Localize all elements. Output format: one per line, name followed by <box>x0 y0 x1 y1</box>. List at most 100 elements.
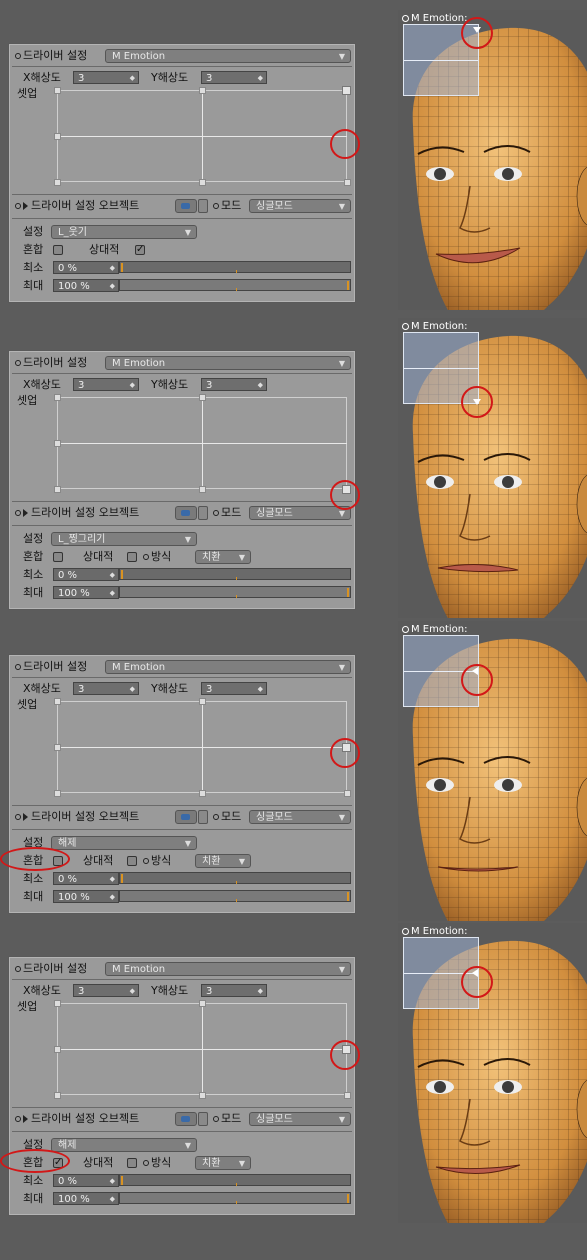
link-icon[interactable] <box>175 810 197 824</box>
mix-checkbox[interactable] <box>53 245 63 255</box>
max-slider[interactable] <box>119 890 351 902</box>
slider-handle[interactable] <box>347 1194 349 1203</box>
driver-dropdown[interactable]: M Emotion ▼ <box>105 49 351 63</box>
graph-knot[interactable] <box>54 440 61 447</box>
graph-knot[interactable] <box>54 698 61 705</box>
link-icon[interactable] <box>175 506 197 520</box>
graph-knot[interactable] <box>54 744 61 751</box>
min-field[interactable]: 0 % ◆ <box>53 1174 119 1187</box>
relative-checkbox[interactable] <box>127 856 137 866</box>
graph-knot[interactable] <box>54 1092 61 1099</box>
max-field[interactable]: 100 % ◆ <box>53 1192 119 1205</box>
graph-knot[interactable] <box>54 1000 61 1007</box>
driver-panel: 드라이버 설정 M Emotion ▼ X해상도 3 ◆ Y해상도 3 ◆ 셋업… <box>8 43 356 303</box>
setting-dropdown[interactable]: L_찡그리기 ▼ <box>51 532 197 546</box>
mix-checkbox[interactable] <box>53 552 63 562</box>
min-field[interactable]: 0 % ◆ <box>53 568 119 581</box>
y-res-field[interactable]: 3 ◆ <box>201 984 267 997</box>
setting-dropdown[interactable]: L_웃기 ▼ <box>51 225 197 239</box>
y-res-field[interactable]: 3 ◆ <box>201 682 267 695</box>
setup-graph[interactable] <box>54 698 351 797</box>
method-dropdown[interactable]: 치환 ▼ <box>195 550 251 564</box>
graph-knot[interactable] <box>199 179 206 186</box>
graph-knot[interactable] <box>54 790 61 797</box>
min-slider[interactable] <box>119 872 351 884</box>
highlight-ring <box>461 386 493 418</box>
min-slider[interactable] <box>119 568 351 580</box>
min-slider[interactable] <box>119 261 351 273</box>
driver-dropdown[interactable]: M Emotion ▼ <box>105 962 351 976</box>
graph-knot[interactable] <box>344 1092 351 1099</box>
mode-dropdown[interactable]: 싱글모드 ▼ <box>249 810 351 824</box>
max-field[interactable]: 100 % ◆ <box>53 890 119 903</box>
chevron-down-icon: ▼ <box>338 359 345 368</box>
max-slider[interactable] <box>119 586 351 598</box>
setting-dropdown[interactable]: 해제 ▼ <box>51 836 197 850</box>
slider-handle[interactable] <box>347 892 349 901</box>
triangle-right-icon[interactable] <box>198 810 208 824</box>
setting-dropdown[interactable]: 해제 ▼ <box>51 1138 197 1152</box>
y-res-field[interactable]: 3 ◆ <box>201 71 267 84</box>
link-icon[interactable] <box>175 1112 197 1126</box>
min-slider[interactable] <box>119 1174 351 1186</box>
x-res-field[interactable]: 3 ◆ <box>73 682 139 695</box>
slider-handle[interactable] <box>347 281 349 290</box>
triangle-right-icon[interactable] <box>198 199 208 213</box>
relative-checkbox[interactable] <box>127 1158 137 1168</box>
radio-dot-icon <box>213 203 219 209</box>
mode-dropdown[interactable]: 싱글모드 ▼ <box>249 506 351 520</box>
viewport: M Emotion: <box>398 318 587 618</box>
tutorial-step: 드라이버 설정 M Emotion ▼ X해상도 3 ◆ Y해상도 3 ◆ 셋업… <box>0 923 587 1260</box>
max-value: 100 % <box>58 892 90 903</box>
relative-checkbox[interactable] <box>127 552 137 562</box>
mode-dropdown[interactable]: 싱글모드 ▼ <box>249 1112 351 1126</box>
graph-knot[interactable] <box>199 87 206 94</box>
relative-checkbox[interactable] <box>135 242 145 258</box>
relative-label: 상대적 <box>89 243 120 256</box>
max-slider[interactable] <box>119 1192 351 1204</box>
graph-knot[interactable] <box>199 790 206 797</box>
graph-knot[interactable] <box>54 486 61 493</box>
slider-handle[interactable] <box>121 1176 123 1185</box>
graph-knot[interactable] <box>199 486 206 493</box>
divider <box>12 677 352 678</box>
graph-knot[interactable] <box>199 1000 206 1007</box>
graph-knot[interactable] <box>199 1092 206 1099</box>
active-knot[interactable] <box>342 86 351 95</box>
max-slider[interactable] <box>119 279 351 291</box>
max-field[interactable]: 100 % ◆ <box>53 586 119 599</box>
driver-dropdown[interactable]: M Emotion ▼ <box>105 356 351 370</box>
setup-graph[interactable] <box>54 1000 351 1099</box>
slider-handle[interactable] <box>347 588 349 597</box>
triangle-right-icon[interactable] <box>198 506 208 520</box>
setup-graph[interactable] <box>54 86 351 186</box>
min-field[interactable]: 0 % ◆ <box>53 872 119 885</box>
slider-handle[interactable] <box>121 570 123 579</box>
slider-handle[interactable] <box>121 874 123 883</box>
graph-knot[interactable] <box>54 87 61 94</box>
y-res-field[interactable]: 3 ◆ <box>201 378 267 391</box>
triangle-right-icon[interactable] <box>198 1112 208 1126</box>
driver-panel: 드라이버 설정 M Emotion ▼ X해상도 3 ◆ Y해상도 3 ◆ 셋업… <box>8 956 356 1216</box>
x-res-field[interactable]: 3 ◆ <box>73 71 139 84</box>
x-res-field[interactable]: 3 ◆ <box>73 378 139 391</box>
graph-knot[interactable] <box>199 698 206 705</box>
graph-knot[interactable] <box>54 394 61 401</box>
driver-dropdown[interactable]: M Emotion ▼ <box>105 660 351 674</box>
graph-knot[interactable] <box>344 790 351 797</box>
method-dropdown[interactable]: 치환 ▼ <box>195 854 251 868</box>
min-field[interactable]: 0 % ◆ <box>53 261 119 274</box>
mode-dropdown[interactable]: 싱글모드 ▼ <box>249 199 351 213</box>
method-dropdown[interactable]: 치환 ▼ <box>195 1156 251 1170</box>
link-icon[interactable] <box>175 199 197 213</box>
max-field[interactable]: 100 % ◆ <box>53 279 119 292</box>
graph-knot[interactable] <box>54 1046 61 1053</box>
graph-knot[interactable] <box>199 394 206 401</box>
slider-tick <box>236 881 237 884</box>
setup-graph[interactable] <box>54 394 351 494</box>
graph-knot[interactable] <box>54 133 61 140</box>
graph-knot[interactable] <box>344 179 351 186</box>
x-res-field[interactable]: 3 ◆ <box>73 984 139 997</box>
graph-knot[interactable] <box>54 179 61 186</box>
slider-handle[interactable] <box>121 263 123 272</box>
